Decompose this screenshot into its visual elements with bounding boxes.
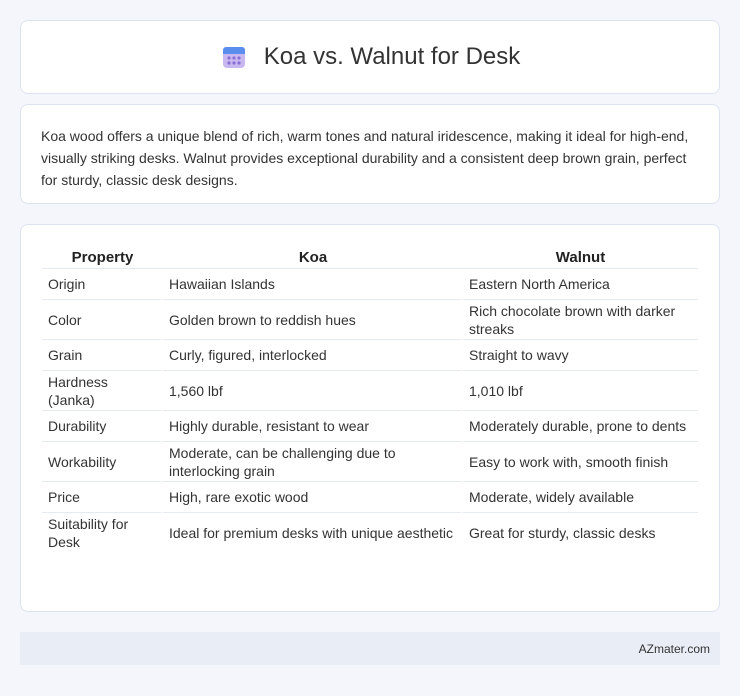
cell-koa: High, rare exotic wood	[163, 482, 463, 513]
cell-property: Color	[42, 300, 163, 340]
header-walnut: Walnut	[463, 247, 698, 269]
table-row: Workability Moderate, can be challenging…	[42, 442, 698, 482]
cell-koa: Moderate, can be challenging due to inte…	[163, 442, 463, 482]
table-row: Grain Curly, figured, interlocked Straig…	[42, 340, 698, 371]
cell-walnut: Rich chocolate brown with darker streaks	[463, 300, 698, 340]
cell-property: Origin	[42, 269, 163, 300]
cell-walnut: Moderately durable, prone to dents	[463, 411, 698, 442]
comparison-card: Property Koa Walnut Origin Hawaiian Isla…	[20, 224, 720, 612]
calendar-icon	[220, 43, 248, 71]
title-row: Koa vs. Walnut for Desk	[220, 43, 521, 71]
cell-walnut: Moderate, widely available	[463, 482, 698, 513]
table-row: Suitability for Desk Ideal for premium d…	[42, 513, 698, 553]
header-property: Property	[42, 247, 163, 269]
cell-koa: Highly durable, resistant to wear	[163, 411, 463, 442]
cell-property: Durability	[42, 411, 163, 442]
cell-property: Workability	[42, 442, 163, 482]
cell-koa: Hawaiian Islands	[163, 269, 463, 300]
table-row: Color Golden brown to reddish hues Rich …	[42, 300, 698, 340]
header-koa: Koa	[163, 247, 463, 269]
table-header-row: Property Koa Walnut	[42, 247, 698, 269]
cell-property: Grain	[42, 340, 163, 371]
intro-card: Koa wood offers a unique blend of rich, …	[20, 104, 720, 204]
intro-text: Koa wood offers a unique blend of rich, …	[41, 128, 689, 188]
comparison-table: Property Koa Walnut Origin Hawaiian Isla…	[42, 247, 698, 553]
cell-walnut: Eastern North America	[463, 269, 698, 300]
cell-walnut: 1,010 lbf	[463, 371, 698, 411]
cell-koa: Curly, figured, interlocked	[163, 340, 463, 371]
table-row: Hardness (Janka) 1,560 lbf 1,010 lbf	[42, 371, 698, 411]
cell-koa: Golden brown to reddish hues	[163, 300, 463, 340]
cell-koa: 1,560 lbf	[163, 371, 463, 411]
cell-walnut: Easy to work with, smooth finish	[463, 442, 698, 482]
cell-walnut: Great for sturdy, classic desks	[469, 525, 656, 541]
footer: AZmater.com	[20, 632, 720, 665]
cell-property: Hardness (Janka)	[42, 371, 163, 411]
footer-source[interactable]: AZmater.com	[639, 642, 710, 656]
table-row: Origin Hawaiian Islands Eastern North Am…	[42, 269, 698, 300]
table-row: Price High, rare exotic wood Moderate, w…	[42, 482, 698, 513]
page-title: Koa vs. Walnut for Desk	[263, 43, 521, 70]
cell-property: Price	[42, 482, 163, 513]
cell-walnut: Straight to wavy	[463, 340, 698, 371]
table-row: Durability Highly durable, resistant to …	[42, 411, 698, 442]
cell-koa: Ideal for premium desks with unique aest…	[163, 513, 463, 553]
cell-property: Suitability for Desk	[42, 513, 163, 553]
title-card: Koa vs. Walnut for Desk	[20, 20, 720, 94]
